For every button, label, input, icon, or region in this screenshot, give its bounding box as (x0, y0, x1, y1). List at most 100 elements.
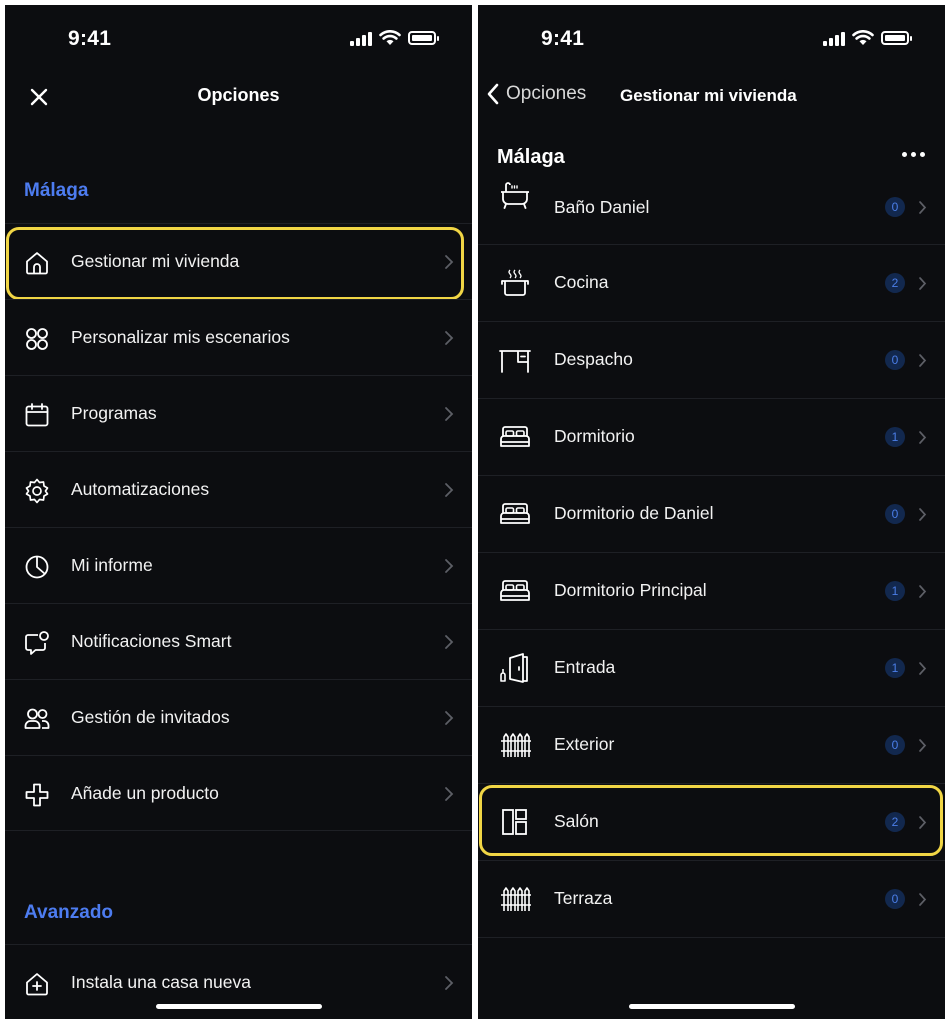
chevron-right-icon (919, 201, 927, 214)
options-screen: 9:41 Opciones Málaga Gestionar mi vivien… (5, 5, 472, 1019)
chevron-right-icon (919, 354, 927, 367)
menu-item-label: Instala una casa nueva (71, 972, 251, 992)
layout-icon (502, 809, 527, 835)
bed-icon (500, 580, 530, 601)
room-row-bano-daniel[interactable]: Baño Daniel 0 (478, 168, 945, 245)
menu-item-automatizaciones[interactable]: Automatizaciones (5, 451, 472, 527)
room-label: Baño Daniel (554, 197, 650, 217)
room-label: Cocina (554, 272, 609, 292)
room-row-cocina[interactable]: Cocina 2 (478, 245, 945, 322)
device-count-badge: 0 (885, 889, 905, 909)
fence-icon (501, 733, 531, 757)
device-count-badge: 1 (885, 658, 905, 678)
room-label: Dormitorio de Daniel (554, 503, 714, 523)
menu-item-label: Gestión de invitados (71, 707, 230, 727)
gear-icon (25, 478, 49, 504)
back-label: Opciones (506, 83, 587, 104)
cellular-signal-icon (350, 31, 372, 46)
pie-chart-icon (25, 555, 49, 579)
room-row-salon[interactable]: Salón 2 (478, 784, 945, 861)
menu-item-label: Gestionar mi vivienda (71, 251, 240, 271)
calendar-icon (25, 403, 49, 427)
home-indicator[interactable] (628, 1004, 795, 1009)
device-count-badge: 1 (885, 427, 905, 447)
menu-item-anade-producto[interactable]: Añade un producto (5, 755, 472, 831)
scenes-icon (26, 328, 48, 350)
room-row-exterior[interactable]: Exterior 0 (478, 707, 945, 784)
room-row-despacho[interactable]: Despacho 0 (478, 322, 945, 399)
bed-icon (500, 503, 530, 524)
door-icon (500, 653, 528, 683)
room-label: Entrada (554, 657, 616, 677)
battery-icon (881, 31, 912, 45)
home-section-header: Málaga (24, 180, 89, 201)
back-button[interactable]: Opciones (486, 82, 586, 106)
bed-icon (500, 426, 530, 447)
chevron-right-icon (919, 431, 927, 444)
chat-bubble-icon (25, 631, 49, 655)
menu-item-personalizar-escenarios[interactable]: Personalizar mis escenarios (5, 299, 472, 375)
status-icons (823, 30, 912, 46)
room-label: Dormitorio (554, 426, 635, 446)
battery-icon (408, 31, 439, 45)
chevron-right-icon (919, 816, 927, 829)
plus-icon (25, 783, 49, 807)
cellular-signal-icon (823, 31, 845, 46)
chevron-right-icon (919, 277, 927, 290)
page-title: Gestionar mi vivienda (620, 86, 797, 105)
menu-item-notificaciones-smart[interactable]: Notificaciones Smart (5, 603, 472, 679)
wifi-icon (852, 30, 874, 45)
chevron-right-icon (919, 508, 927, 521)
chevron-right-icon (919, 739, 927, 752)
room-row-dormitorio-daniel[interactable]: Dormitorio de Daniel 0 (478, 476, 945, 553)
chevron-right-icon (445, 407, 454, 421)
room-label: Salón (554, 811, 599, 831)
chevron-right-icon (445, 331, 454, 345)
device-count-badge: 0 (885, 735, 905, 755)
device-count-badge: 0 (885, 197, 905, 217)
more-options-button[interactable] (902, 152, 925, 157)
menu-item-label: Programas (71, 403, 157, 423)
room-label: Despacho (554, 349, 633, 369)
chevron-right-icon (445, 787, 454, 801)
house-plus-icon (26, 973, 48, 996)
fence-icon (501, 887, 531, 911)
chevron-right-icon (445, 483, 454, 497)
wifi-icon (379, 30, 401, 45)
status-icons (350, 30, 439, 46)
status-time: 9:41 (541, 27, 585, 50)
chevron-right-icon (445, 976, 454, 990)
manage-home-screen: 9:41 Opciones Gestionar mi vivienda Mála… (478, 5, 945, 1019)
device-count-badge: 0 (885, 504, 905, 524)
room-row-dormitorio-principal[interactable]: Dormitorio Principal 1 (478, 553, 945, 630)
device-count-badge: 2 (885, 273, 905, 293)
page-title: Opciones (197, 85, 280, 105)
menu-item-gestionar-mi-vivienda[interactable]: Gestionar mi vivienda (5, 223, 472, 299)
room-row-entrada[interactable]: Entrada 1 (478, 630, 945, 707)
room-row-dormitorio[interactable]: Dormitorio 1 (478, 399, 945, 476)
menu-item-label: Notificaciones Smart (71, 631, 232, 651)
menu-item-gestion-invitados[interactable]: Gestión de invitados (5, 679, 472, 755)
menu-item-programas[interactable]: Programas (5, 375, 472, 451)
menu-item-label: Automatizaciones (71, 479, 210, 499)
menu-item-label: Mi informe (71, 555, 153, 575)
status-time: 9:41 (68, 27, 112, 50)
home-indicator[interactable] (155, 1004, 322, 1009)
device-count-badge: 0 (885, 350, 905, 370)
menu-item-mi-informe[interactable]: Mi informe (5, 527, 472, 603)
room-label: Exterior (554, 734, 615, 754)
room-label: Dormitorio Principal (554, 580, 707, 600)
menu-item-label: Añade un producto (71, 783, 219, 803)
house-icon (26, 252, 48, 275)
menu-item-label: Personalizar mis escenarios (71, 327, 290, 347)
chevron-right-icon (445, 711, 454, 725)
chevron-right-icon (445, 255, 454, 269)
advanced-section-header: Avanzado (24, 902, 114, 923)
chevron-right-icon (919, 893, 927, 906)
cooking-pot-icon (501, 269, 529, 296)
home-name: Málaga (497, 146, 565, 168)
desk-icon (499, 350, 531, 373)
device-count-badge: 2 (885, 812, 905, 832)
chevron-right-icon (445, 559, 454, 573)
room-row-terraza[interactable]: Terraza 0 (478, 861, 945, 938)
